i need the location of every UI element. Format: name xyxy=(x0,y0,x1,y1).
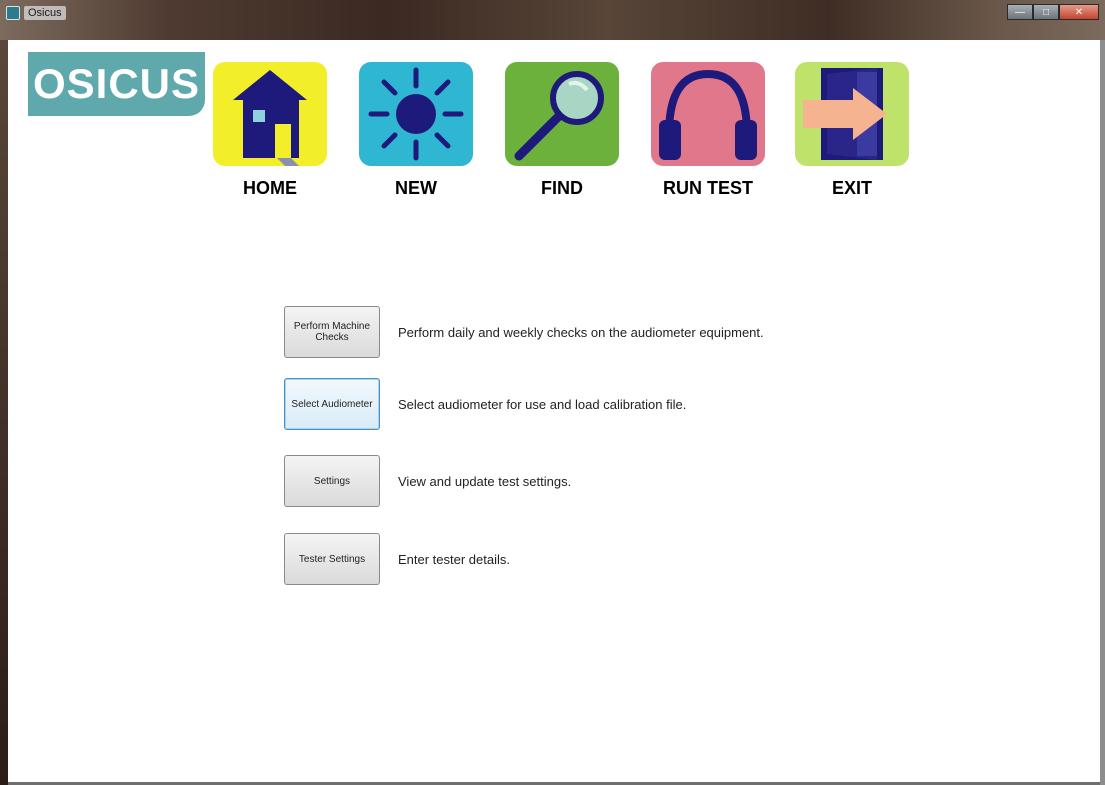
window-border-right xyxy=(1100,40,1105,785)
tester-settings-button[interactable]: Tester Settings xyxy=(284,533,380,585)
nav-run-test[interactable]: RUN TEST xyxy=(648,62,768,199)
action-row-settings: Settings View and update test settings. xyxy=(284,454,571,508)
nav-new-label: NEW xyxy=(395,178,437,198)
nav-exit-label: EXIT xyxy=(831,178,872,198)
window-border-left xyxy=(0,40,8,785)
perform-machine-checks-button[interactable]: Perform Machine Checks xyxy=(284,306,380,358)
maximize-icon[interactable]: □ xyxy=(1033,4,1059,20)
magnifier-icon xyxy=(505,62,619,166)
door-exit-icon xyxy=(795,62,909,166)
action-row-select-audiometer: Select Audiometer Select audiometer for … xyxy=(284,377,686,431)
app-window: Osicus — □ ✕ OSICUS HOME NEW FIND RUN TE… xyxy=(0,0,1105,785)
nav-new[interactable]: NEW xyxy=(356,62,476,199)
action-row-machine-checks: Perform Machine Checks Perform daily and… xyxy=(284,305,764,359)
select-audiometer-button[interactable]: Select Audiometer xyxy=(284,378,380,430)
headphones-icon xyxy=(651,62,765,166)
settings-description: View and update test settings. xyxy=(398,473,572,489)
tester-settings-description: Enter tester details. xyxy=(398,551,510,567)
action-row-tester-settings: Tester Settings Enter tester details. xyxy=(284,532,510,586)
nav-find[interactable]: FIND xyxy=(502,62,622,199)
settings-button[interactable]: Settings xyxy=(284,455,380,507)
title-bar[interactable]: Osicus — □ ✕ xyxy=(0,0,1105,40)
machine-checks-description: Perform daily and weekly checks on the a… xyxy=(398,324,764,340)
main-content: OSICUS HOME NEW FIND RUN TEST EXIT Perfo… xyxy=(8,40,1100,782)
minimize-icon[interactable]: — xyxy=(1007,4,1033,20)
sun-icon xyxy=(359,62,473,166)
nav-home-label: HOME xyxy=(243,178,297,198)
window-controls: — □ ✕ xyxy=(1007,4,1099,22)
select-audiometer-description: Select audiometer for use and load calib… xyxy=(398,396,687,412)
house-icon xyxy=(213,62,327,166)
nav-find-label: FIND xyxy=(541,178,583,198)
nav-run-test-label: RUN TEST xyxy=(663,178,753,198)
nav-exit[interactable]: EXIT xyxy=(792,62,912,199)
nav-home[interactable]: HOME xyxy=(210,62,330,199)
app-icon xyxy=(6,6,20,20)
osicus-logo: OSICUS xyxy=(28,52,205,116)
window-title: Osicus xyxy=(24,6,66,20)
close-icon[interactable]: ✕ xyxy=(1059,4,1099,20)
